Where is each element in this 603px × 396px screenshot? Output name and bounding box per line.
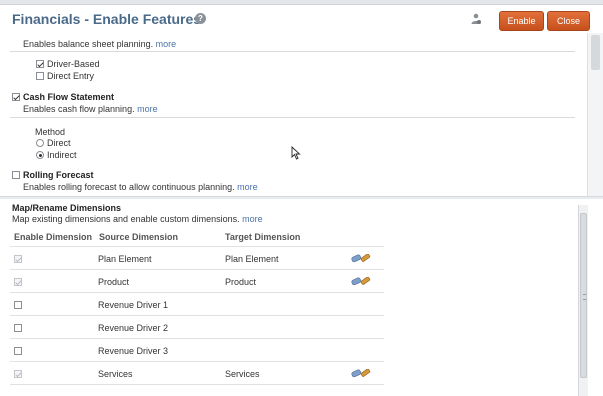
direct-entry-checkbox[interactable] <box>36 72 44 80</box>
source-dimension-cell: Revenue Driver 1 <box>98 300 169 310</box>
enable-dimension-checkbox <box>14 278 22 286</box>
dialog-title: Financials - Enable Features <box>12 11 202 27</box>
row-divider <box>10 269 384 270</box>
separator <box>10 51 575 52</box>
target-dimension-cell: Plan Element <box>225 254 279 264</box>
help-icon[interactable]: ? <box>195 13 206 24</box>
edit-dimension-icon[interactable] <box>351 254 371 263</box>
row-divider <box>10 292 384 293</box>
rolling-forecast-description: Enables rolling forecast to allow contin… <box>23 182 258 192</box>
source-dimension-cell: Revenue Driver 2 <box>98 323 169 333</box>
enable-dimension-checkbox[interactable] <box>14 301 22 309</box>
cash-flow-more-link[interactable]: more <box>137 104 158 114</box>
target-dimension-cell: Services <box>225 369 260 379</box>
method-direct-label: Direct <box>47 138 71 148</box>
edit-dimension-icon[interactable] <box>351 369 371 378</box>
driver-based-checkbox[interactable] <box>36 60 44 68</box>
enable-dimension-checkbox <box>14 370 22 378</box>
method-indirect-radio[interactable] <box>36 151 44 159</box>
method-indirect-label: Indirect <box>47 150 77 160</box>
rolling-forecast-label: Rolling Forecast <box>23 170 94 180</box>
balance-sheet-description: Enables balance sheet planning. more <box>23 39 177 49</box>
enable-dimension-checkbox <box>14 255 22 263</box>
features-panel: Enables balance sheet planning. more Dri… <box>0 33 587 196</box>
dialog-header: Financials - Enable Features ? Enable Cl… <box>0 5 603 33</box>
map-rename-description: Map existing dimensions and enable custo… <box>12 214 263 224</box>
row-divider <box>10 315 384 316</box>
enable-dimension-checkbox[interactable] <box>14 324 22 332</box>
user-icon[interactable] <box>470 13 482 25</box>
source-dimension-cell: Revenue Driver 3 <box>98 346 169 356</box>
scrollbar-thumb[interactable] <box>591 35 600 70</box>
dimension-scrollbar[interactable] <box>578 205 588 396</box>
rolling-forecast-more-link[interactable]: more <box>237 182 258 192</box>
source-dimension-cell: Services <box>98 369 133 379</box>
header-divider <box>10 246 384 247</box>
edit-dimension-icon[interactable] <box>351 277 371 286</box>
scrollbar-grip <box>583 294 586 300</box>
features-scrollbar[interactable] <box>587 33 603 196</box>
row-divider <box>10 384 384 385</box>
close-button[interactable]: Close <box>547 11 590 31</box>
mouse-cursor-icon <box>291 146 301 160</box>
scrollbar-thumb[interactable] <box>580 213 587 378</box>
map-rename-more-link[interactable]: more <box>242 214 263 224</box>
column-enable-dimension: Enable Dimension <box>14 232 93 242</box>
method-direct-radio[interactable] <box>36 139 44 147</box>
source-dimension-cell: Product <box>98 277 130 287</box>
separator <box>10 117 575 118</box>
cash-flow-checkbox[interactable] <box>12 93 20 101</box>
cash-flow-description: Enables cash flow planning. more <box>23 104 158 114</box>
column-target-dimension: Target Dimension <box>225 232 301 242</box>
driver-based-label: Driver-Based <box>47 59 100 69</box>
cash-flow-label: Cash Flow Statement <box>23 92 115 102</box>
column-source-dimension: Source Dimension <box>99 232 179 242</box>
source-dimension-cell: Plan Element <box>98 254 152 264</box>
rolling-forecast-checkbox[interactable] <box>12 171 20 179</box>
target-dimension-cell: Product <box>225 277 257 287</box>
enable-dimension-checkbox[interactable] <box>14 347 22 355</box>
method-label: Method <box>35 127 66 137</box>
enable-button[interactable]: Enable <box>499 11 544 31</box>
panel-divider[interactable] <box>0 196 603 199</box>
map-rename-title: Map/Rename Dimensions <box>12 203 122 213</box>
row-divider <box>10 338 384 339</box>
balance-sheet-more-link[interactable]: more <box>156 39 177 49</box>
direct-entry-label: Direct Entry <box>47 71 95 81</box>
row-divider <box>10 361 384 362</box>
